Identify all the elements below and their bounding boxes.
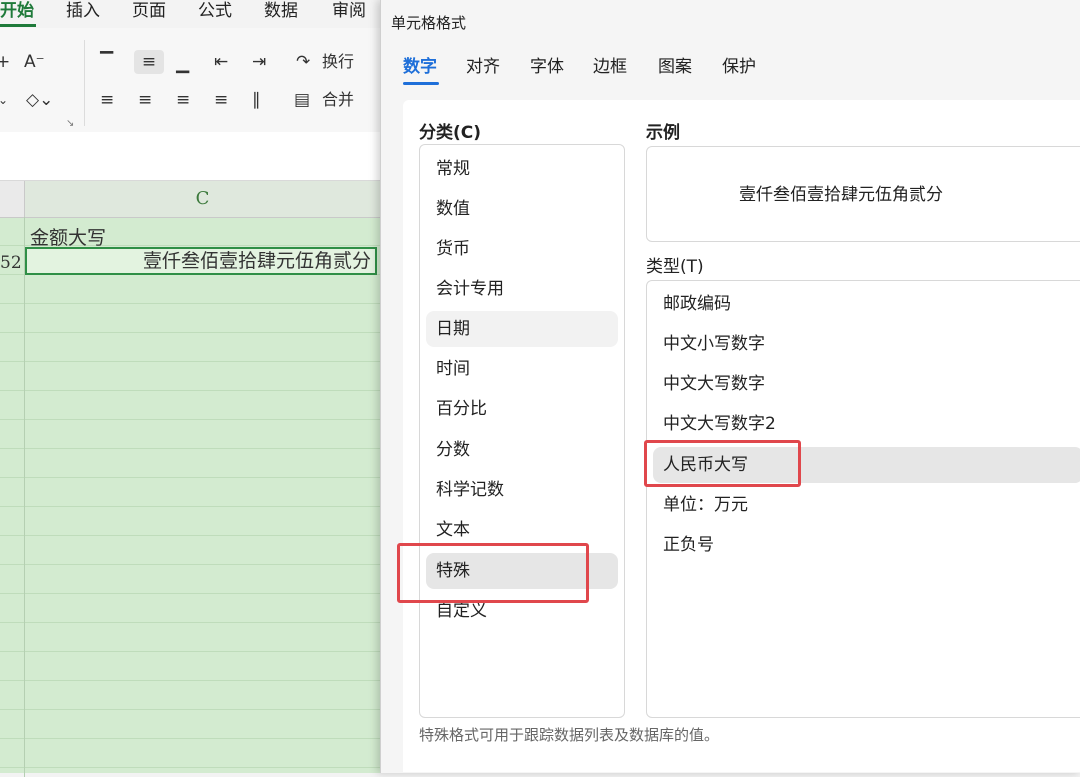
category-label: 分类(C) [419,123,482,143]
tab-underline [403,82,439,85]
align-left-icon[interactable]: ≡ [100,88,114,112]
category-item-scientific[interactable]: 科学记数 [426,472,618,508]
tab-font[interactable]: 字体 [530,52,564,77]
ribbon-tab-data[interactable]: 数据 [264,0,298,21]
align-middle-icon[interactable]: ≡ [134,50,164,74]
ribbon-tab-bar: 开始 插入 页面 公式 数据 审阅 [0,0,400,28]
category-item-text[interactable]: 文本 [426,512,618,548]
type-item-chinese-uppercase-number-2[interactable]: 中文大写数字2 [653,406,1080,442]
tab-pattern[interactable]: 图案 [658,52,692,77]
type-item-sign[interactable]: 正负号 [653,527,1080,563]
toolbar-divider [84,40,85,126]
ribbon-tab-review[interactable]: 审阅 [332,0,366,21]
row-header-fragment: 52 [0,253,22,273]
format-description: 特殊格式可用于跟踪数据列表及数据库的值。 [419,726,720,744]
type-list[interactable]: 邮政编码 中文小写数字 中文大写数字 中文大写数字2 人民币大写 单位：万元 正… [646,280,1080,718]
align-top-icon[interactable]: ▔ [100,50,113,74]
category-item-currency[interactable]: 货币 [426,231,618,267]
formula-bar[interactable] [0,132,400,181]
type-item-chinese-uppercase-number[interactable]: 中文大写数字 [653,366,1080,402]
ribbon-tab-underline [0,24,36,27]
wrap-text-label[interactable]: 换行 [322,50,354,74]
category-item-accounting[interactable]: 会计专用 [426,271,618,307]
tab-protection[interactable]: 保护 [722,52,756,77]
category-item-custom[interactable]: 自定义 [426,593,618,629]
tab-border[interactable]: 边框 [593,52,627,77]
type-item-rmb-uppercase[interactable]: 人民币大写 [653,447,1080,483]
type-label: 类型(T) [646,257,704,277]
column-header-row: C [0,181,400,218]
type-item-chinese-lowercase-number[interactable]: 中文小写数字 [653,326,1080,362]
distributed-align-icon[interactable]: ∥ [252,88,261,112]
column-header-c[interactable]: C [25,181,380,217]
category-item-time[interactable]: 时间 [426,351,618,387]
type-item-postal-code[interactable]: 邮政编码 [653,286,1080,322]
category-list[interactable]: 常规 数值 货币 会计专用 日期 时间 百分比 分数 科学记数 文本 特殊 自定… [419,144,625,718]
category-item-fraction[interactable]: 分数 [426,432,618,468]
merge-cells-icon[interactable]: ▤ [294,88,310,112]
category-item-date[interactable]: 日期 [426,311,618,347]
number-format-panel: 分类(C) 常规 数值 货币 会计专用 日期 时间 百分比 分数 科学记数 文本… [397,100,1080,772]
merge-cells-label[interactable]: 合并 [322,88,354,112]
sample-preview: 壹仟叁佰壹拾肆元伍角贰分 [646,146,1080,242]
font-size-decrease-icon[interactable]: A⁻ [24,50,45,74]
ribbon-tab-formula[interactable]: 公式 [198,0,232,21]
category-item-special[interactable]: 特殊 [426,553,618,589]
format-cells-dialog: 单元格格式 数字 对齐 字体 边框 图案 保护 分类(C) 常规 数值 货币 会… [380,0,1080,773]
justify-icon[interactable]: ≡ [214,88,228,112]
dialog-launcher-icon[interactable]: ↘ [66,118,74,129]
cell-c2-selected[interactable]: 壹仟叁佰壹拾肆元伍角贰分 [25,247,377,275]
type-item-unit-ten-thousand[interactable]: 单位：万元 [653,487,1080,523]
sample-label: 示例 [646,123,680,143]
wrap-text-icon[interactable]: ↷ [296,50,310,74]
category-item-number[interactable]: 数值 [426,191,618,227]
ribbon-tab-page[interactable]: 页面 [132,0,166,21]
dialog-tab-bar: 数字 对齐 字体 边框 图案 保护 [381,52,1080,88]
ribbon-tab-insert[interactable]: 插入 [66,0,100,21]
eraser-icon[interactable]: ◇⌄ [26,88,53,112]
increase-indent-icon[interactable]: ⇥ [252,50,266,74]
tab-alignment[interactable]: 对齐 [466,52,500,77]
dialog-title: 单元格格式 [391,14,467,32]
decrease-indent-icon[interactable]: ⇤ [214,50,228,74]
align-bottom-icon[interactable]: ▁ [176,52,189,76]
category-item-percentage[interactable]: 百分比 [426,391,618,427]
chevron-down-icon[interactable]: ⌄ [0,88,8,112]
row-header-divider [24,217,25,777]
align-center-icon[interactable]: ≡ [138,88,152,112]
select-all-corner[interactable] [0,181,25,217]
ribbon-tab-home[interactable]: 开始 [0,0,34,21]
align-right-icon[interactable]: ≡ [176,88,190,112]
cell-c1[interactable]: 金额大写 [30,223,106,250]
tab-number[interactable]: 数字 [403,52,437,77]
ribbon-toolbar: + A⁻ ⌄ ◇⌄ ↘ ▔ ≡ ▁ ⇤ ⇥ ↷ 换行 ≡ ≡ ≡ ≡ ∥ ▤ 合… [0,28,400,133]
plus-icon[interactable]: + [0,50,10,74]
category-item-general[interactable]: 常规 [426,151,618,187]
spreadsheet-grid[interactable]: C 金额大写 52 壹仟叁佰壹拾肆元伍角贰分 [0,181,400,777]
